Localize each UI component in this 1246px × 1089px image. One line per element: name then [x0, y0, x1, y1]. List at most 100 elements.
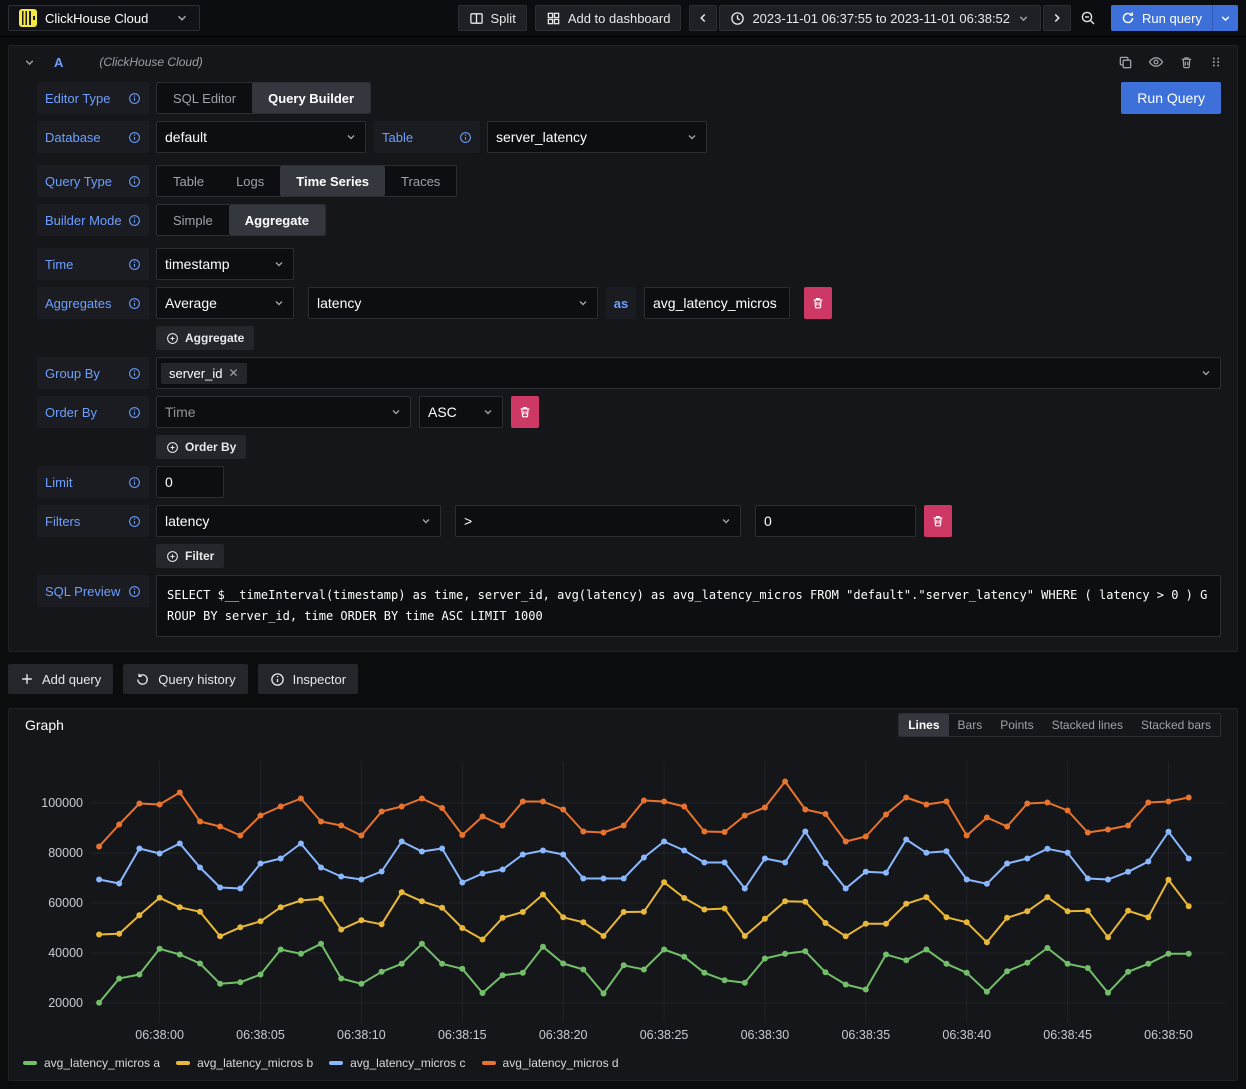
info-icon[interactable]: [128, 406, 141, 419]
legend-label: avg_latency_micros a: [44, 1056, 160, 1070]
info-icon[interactable]: [128, 92, 141, 105]
legend-item[interactable]: avg_latency_micros c: [329, 1056, 465, 1070]
info-icon[interactable]: [128, 175, 141, 188]
svg-text:06:38:00: 06:38:00: [135, 1028, 184, 1042]
time-shift-forward-button[interactable]: [1043, 5, 1071, 31]
run-query-button[interactable]: Run query: [1111, 5, 1212, 31]
time-column-select[interactable]: timestamp: [156, 248, 294, 280]
query-type-label: Query Type: [37, 165, 149, 197]
run-query-panel-button[interactable]: Run Query: [1121, 82, 1221, 114]
info-icon[interactable]: [459, 131, 472, 144]
table-select[interactable]: server_latency: [487, 121, 707, 153]
order-by-field-select[interactable]: Time: [156, 396, 411, 428]
info-icon[interactable]: [128, 214, 141, 227]
run-query-options-button[interactable]: [1212, 5, 1238, 31]
info-icon[interactable]: [128, 585, 141, 598]
add-aggregate-button[interactable]: Aggregate: [156, 326, 254, 350]
hide-query-eye-icon[interactable]: [1148, 54, 1164, 70]
builder-mode-toggle: SimpleAggregate: [156, 204, 326, 236]
graph-mode-stacked-lines[interactable]: Stacked lines: [1043, 714, 1132, 736]
option-sql-editor[interactable]: SQL Editor: [157, 83, 252, 113]
option-table[interactable]: Table: [157, 166, 220, 196]
time-shift-back-button[interactable]: [689, 5, 717, 31]
option-aggregate[interactable]: Aggregate: [229, 205, 325, 235]
svg-text:100000: 100000: [41, 796, 83, 810]
chevron-right-icon: [1050, 11, 1064, 25]
split-label: Split: [491, 11, 516, 26]
trash-icon: [931, 514, 945, 528]
chevron-down-icon: [345, 131, 357, 143]
filter-field-select[interactable]: latency: [156, 505, 441, 537]
chevron-down-icon: [577, 297, 589, 309]
graph-mode-bars[interactable]: Bars: [949, 714, 992, 736]
aggregate-column-select[interactable]: latency: [308, 287, 598, 319]
svg-text:06:38:10: 06:38:10: [337, 1028, 386, 1042]
remove-tag-icon[interactable]: ✕: [228, 366, 238, 380]
datasource-picker[interactable]: ClickHouse Cloud: [8, 5, 200, 31]
legend-item[interactable]: avg_latency_micros b: [176, 1056, 313, 1070]
remove-aggregate-button[interactable]: [804, 287, 832, 319]
zoom-out-time-button[interactable]: [1073, 5, 1103, 31]
svg-text:06:38:25: 06:38:25: [640, 1028, 689, 1042]
option-time-series[interactable]: Time Series: [280, 166, 385, 196]
drag-grip-icon[interactable]: [1209, 55, 1223, 69]
sql-preview-label: SQL Preview: [37, 575, 149, 607]
graph-style-toggle: LinesBarsPointsStacked linesStacked bars: [898, 713, 1221, 737]
svg-text:40000: 40000: [48, 946, 83, 960]
graph-panel: Graph LinesBarsPointsStacked linesStacke…: [8, 708, 1238, 1081]
remove-query-trash-icon[interactable]: [1179, 55, 1194, 70]
filter-operator-select[interactable]: >: [455, 505, 741, 537]
inspector-button[interactable]: Inspector: [258, 664, 358, 694]
history-icon: [135, 672, 150, 687]
split-button[interactable]: Split: [458, 5, 527, 31]
legend-item[interactable]: avg_latency_micros a: [23, 1056, 160, 1070]
query-ref-id[interactable]: A: [54, 55, 63, 70]
as-keyword-badge: as: [606, 287, 636, 319]
add-query-button[interactable]: Add query: [8, 664, 113, 694]
info-icon[interactable]: [128, 515, 141, 528]
editor-type-toggle: SQL EditorQuery Builder: [156, 82, 371, 114]
time-series-chart[interactable]: 2000040000600008000010000006:38:0006:38:…: [9, 741, 1237, 1054]
chart-legend: avg_latency_micros a avg_latency_micros b…: [9, 1054, 1237, 1076]
graph-mode-lines[interactable]: Lines: [899, 714, 948, 736]
add-filter-button[interactable]: Filter: [156, 544, 224, 568]
aggregate-alias-input[interactable]: [644, 287, 790, 319]
info-icon[interactable]: [128, 476, 141, 489]
filter-value-input[interactable]: [755, 505, 916, 537]
chevron-down-icon: [1219, 12, 1232, 25]
info-icon[interactable]: [128, 258, 141, 271]
remove-filter-button[interactable]: [924, 505, 952, 537]
run-query-label: Run query: [1142, 11, 1202, 26]
collapse-chevron-icon[interactable]: [23, 56, 36, 69]
aggregate-function-select[interactable]: Average: [156, 287, 294, 319]
option-simple[interactable]: Simple: [157, 205, 229, 235]
query-history-button[interactable]: Query history: [123, 664, 247, 694]
search-minus-icon: [1080, 10, 1096, 26]
legend-item[interactable]: avg_latency_micros d: [482, 1056, 619, 1070]
info-icon[interactable]: [128, 367, 141, 380]
duplicate-query-icon[interactable]: [1118, 55, 1133, 70]
chevron-down-icon: [686, 131, 698, 143]
option-query-builder[interactable]: Query Builder: [252, 83, 370, 113]
svg-text:60000: 60000: [48, 896, 83, 910]
option-logs[interactable]: Logs: [220, 166, 280, 196]
order-by-direction-select[interactable]: ASC: [419, 396, 503, 428]
sync-icon: [1121, 11, 1135, 25]
trash-icon: [811, 296, 825, 310]
group-by-multiselect[interactable]: server_id✕: [156, 357, 1221, 389]
query-type-toggle: TableLogsTime SeriesTraces: [156, 165, 457, 197]
chevron-down-icon: [390, 406, 402, 418]
info-icon[interactable]: [128, 131, 141, 144]
remove-order-by-button[interactable]: [511, 396, 539, 428]
group-by-tag[interactable]: server_id✕: [161, 363, 247, 384]
info-icon[interactable]: [128, 297, 141, 310]
graph-mode-points[interactable]: Points: [991, 714, 1042, 736]
option-traces[interactable]: Traces: [385, 166, 456, 196]
add-to-dashboard-button[interactable]: Add to dashboard: [535, 5, 682, 31]
graph-mode-stacked-bars[interactable]: Stacked bars: [1132, 714, 1220, 736]
add-to-dashboard-label: Add to dashboard: [568, 11, 671, 26]
add-order-by-button[interactable]: Order By: [156, 435, 246, 459]
database-select[interactable]: default: [156, 121, 366, 153]
limit-input[interactable]: [156, 466, 224, 498]
time-range-button[interactable]: 2023-11-01 06:37:55 to 2023-11-01 06:38:…: [719, 5, 1041, 31]
